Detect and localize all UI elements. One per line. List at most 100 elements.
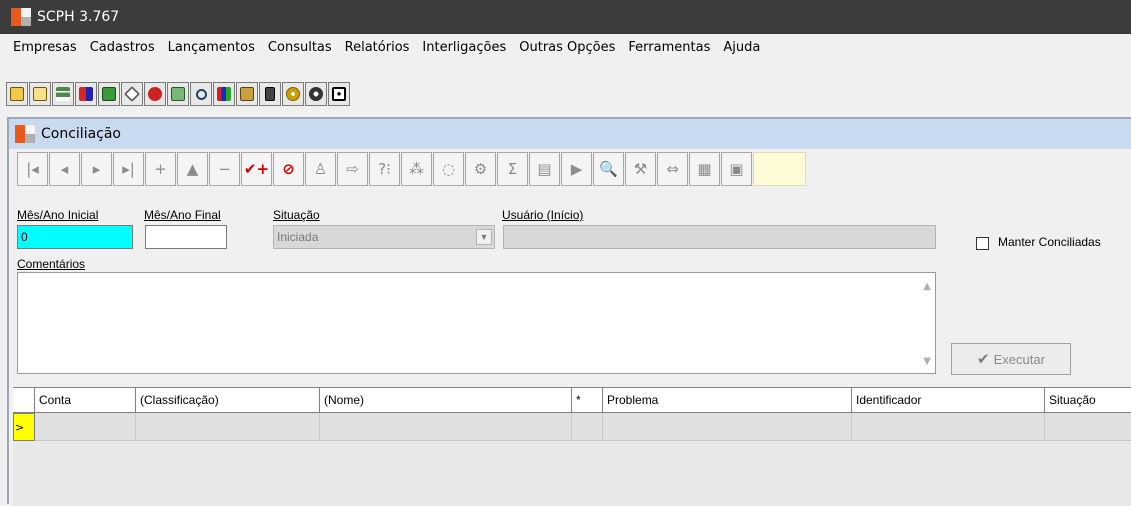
- menu-cadastros[interactable]: Cadastros: [90, 40, 155, 55]
- scroll-up-icon[interactable]: ▲: [923, 281, 931, 292]
- export-button[interactable]: ▶: [561, 152, 592, 186]
- record-navigator: |◂ ◂ ▸ ▸| + ▲ − ✔+ ⊘ ♙ ⇨ ?⁝ ⁂ ◌ ⚙ Σ ▤ ▶ 🔍 ⚒ ⇔ ▦ ▣: [17, 152, 806, 188]
- prior-record-icon: ◂: [60, 160, 69, 178]
- toolbar-map-button[interactable]: [98, 82, 120, 106]
- cell-identificador[interactable]: [852, 413, 1045, 441]
- delete-record-icon: −: [218, 160, 231, 178]
- search-button[interactable]: 🔍: [593, 152, 624, 186]
- window-titlebar: SCPH 3.767: [0, 0, 1131, 34]
- prior-record-button[interactable]: ◂: [49, 152, 80, 186]
- clear-button[interactable]: ♙: [305, 152, 336, 186]
- grid-col-problema[interactable]: Problema: [603, 388, 852, 413]
- filter-button[interactable]: ⁂: [401, 152, 432, 186]
- toolbar-calculator-button[interactable]: [259, 82, 281, 106]
- tools-button[interactable]: ⚒: [625, 152, 656, 186]
- help-icon: ?⁝: [378, 160, 391, 178]
- main-toolbar: [6, 82, 351, 110]
- toolbar-exit-button[interactable]: [328, 82, 350, 106]
- first-record-button[interactable]: |◂: [17, 152, 48, 186]
- refresh-button[interactable]: ◌: [433, 152, 464, 186]
- child-window-title: Conciliação: [41, 126, 122, 142]
- mes-ano-inicial-input[interactable]: 0: [17, 225, 133, 249]
- mes-ano-final-input[interactable]: [145, 225, 227, 249]
- executar-button[interactable]: ✔ Executar: [951, 343, 1071, 375]
- cell-star[interactable]: [572, 413, 603, 441]
- post-record-button[interactable]: ✔+: [241, 152, 272, 186]
- table-row[interactable]: >: [13, 413, 1131, 441]
- magnifier-icon: [195, 88, 207, 100]
- toolbar-tools-button[interactable]: [236, 82, 258, 106]
- toolbar-report-button[interactable]: [167, 82, 189, 106]
- conciliacao-grid[interactable]: Conta (Classificação) (Nome) * Problema …: [13, 387, 1131, 506]
- window-title: SCPH 3.767: [37, 9, 120, 25]
- search-icon: 🔍: [599, 160, 618, 178]
- executar-label: Executar: [993, 351, 1045, 367]
- insert-record-button[interactable]: +: [145, 152, 176, 186]
- grid-col-classificacao[interactable]: (Classificação): [136, 388, 320, 413]
- menu-outras-opcoes[interactable]: Outras Opções: [519, 40, 615, 55]
- cell-problema[interactable]: [603, 413, 852, 441]
- cell-conta[interactable]: [35, 413, 136, 441]
- help-button[interactable]: ?⁝: [369, 152, 400, 186]
- goto-button[interactable]: ⇨: [337, 152, 368, 186]
- menu-ajuda[interactable]: Ajuda: [723, 40, 760, 55]
- cell-classificacao[interactable]: [136, 413, 320, 441]
- menu-relatorios[interactable]: Relatórios: [345, 40, 410, 55]
- first-record-icon: |◂: [26, 160, 39, 178]
- edit-record-icon: ▲: [186, 160, 199, 178]
- link-button[interactable]: ⇔: [657, 152, 688, 186]
- comentarios-textarea[interactable]: ▲ ▼: [17, 272, 936, 374]
- manter-conciliadas-checkbox[interactable]: [976, 237, 989, 250]
- menu-ferramentas[interactable]: Ferramentas: [628, 40, 710, 55]
- app-logo-icon: [11, 8, 31, 26]
- menu-lancamentos[interactable]: Lançamentos: [168, 40, 255, 55]
- situacao-select[interactable]: Iniciada ▼: [273, 225, 495, 249]
- menu-empresas[interactable]: Empresas: [13, 40, 77, 55]
- next-record-icon: ▸: [92, 160, 101, 178]
- grid-indicator-header: [13, 388, 35, 413]
- cell-situacao[interactable]: [1045, 413, 1131, 441]
- close-window-button[interactable]: ▣: [721, 152, 752, 186]
- grid-col-star[interactable]: *: [572, 388, 603, 413]
- edit-record-button[interactable]: ▲: [177, 152, 208, 186]
- situacao-value: Iniciada: [277, 230, 319, 244]
- tools-icon: [240, 87, 254, 101]
- copy-button[interactable]: ▤: [529, 152, 560, 186]
- child-titlebar: Conciliação: [9, 119, 1131, 149]
- window-logo-icon: [15, 125, 35, 143]
- next-record-button[interactable]: ▸: [81, 152, 112, 186]
- link-icon: ⇔: [666, 160, 679, 178]
- exit-icon: [332, 87, 346, 101]
- stamp-icon: [148, 87, 162, 101]
- grid-col-nome[interactable]: (Nome): [320, 388, 572, 413]
- options-button[interactable]: ⚙: [465, 152, 496, 186]
- grid-col-conta[interactable]: Conta: [35, 388, 136, 413]
- menu-interligacoes[interactable]: Interligações: [422, 40, 506, 55]
- calculator-icon: [265, 87, 275, 101]
- toolbar-open-company-button[interactable]: [6, 82, 28, 106]
- cancel-record-button[interactable]: ⊘: [273, 152, 304, 186]
- cell-nome[interactable]: [320, 413, 572, 441]
- usuario-label: Usuário (Início): [502, 208, 584, 222]
- delete-record-button[interactable]: −: [209, 152, 240, 186]
- chart-icon: [217, 87, 231, 101]
- toolbar-eraser-button[interactable]: [121, 82, 143, 106]
- toolbar-search-button[interactable]: [190, 82, 212, 106]
- toolbar-entries-button[interactable]: [75, 82, 97, 106]
- last-record-button[interactable]: ▸|: [113, 152, 144, 186]
- refresh-icon: ◌: [441, 160, 456, 178]
- toolbar-stamp-button[interactable]: [144, 82, 166, 106]
- menu-consultas[interactable]: Consultas: [268, 40, 332, 55]
- toolbar-chart-button[interactable]: [213, 82, 235, 106]
- grid-col-situacao[interactable]: Situação: [1045, 388, 1131, 413]
- disc-icon: [286, 87, 300, 101]
- toolbar-settings-button[interactable]: [305, 82, 327, 106]
- toolbar-open-button[interactable]: [29, 82, 51, 106]
- grid-col-identificador[interactable]: Identificador: [852, 388, 1045, 413]
- usuario-input[interactable]: [503, 225, 936, 249]
- sum-button[interactable]: Σ: [497, 152, 528, 186]
- toolbar-cd-button[interactable]: [282, 82, 304, 106]
- scroll-down-icon[interactable]: ▼: [923, 356, 931, 367]
- calculator-button[interactable]: ▦: [689, 152, 720, 186]
- toolbar-tree-button[interactable]: [52, 82, 74, 106]
